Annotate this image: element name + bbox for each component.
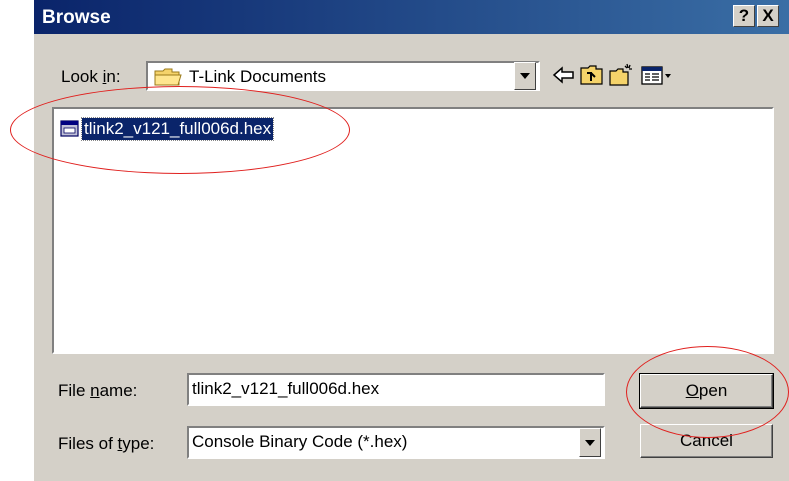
chevron-down-icon (585, 439, 595, 446)
browse-dialog: Browse ? X Look in: T-Link Documents tli… (33, 0, 789, 481)
back-arrow-icon[interactable] (551, 63, 577, 87)
file-list[interactable]: tlink2_v121_full006d.hex (52, 107, 774, 354)
chevron-down-icon (520, 73, 530, 79)
file-name-label: tlink2_v121_full006d.hex (80, 117, 275, 141)
look-in-dropdown[interactable]: T-Link Documents (146, 61, 540, 91)
look-in-label: Look in: (61, 67, 121, 86)
title-bar[interactable]: Browse ? X (34, 0, 789, 34)
file-name-label: File name: (58, 381, 138, 400)
file-type-dropdown-button[interactable] (579, 428, 601, 457)
file-type-value: Console Binary Code (*.hex) (192, 432, 408, 451)
close-button[interactable]: X (757, 5, 779, 27)
cancel-button[interactable]: Cancel (640, 424, 773, 458)
view-menu-icon[interactable] (640, 63, 672, 87)
up-one-level-icon[interactable] (579, 63, 605, 87)
dialog-title: Browse (42, 7, 111, 28)
look-in-value: T-Link Documents (189, 67, 326, 86)
file-name-input[interactable]: tlink2_v121_full006d.hex (187, 373, 605, 406)
look-in-dropdown-button[interactable] (514, 62, 536, 90)
folder-icon (154, 68, 182, 86)
hex-file-icon (60, 120, 79, 137)
file-type-dropdown[interactable]: Console Binary Code (*.hex) (187, 426, 605, 459)
help-button[interactable]: ? (733, 5, 755, 27)
file-type-label: Files of type: (58, 434, 155, 453)
open-button[interactable]: Open (639, 373, 774, 409)
new-folder-icon[interactable] (608, 63, 634, 87)
